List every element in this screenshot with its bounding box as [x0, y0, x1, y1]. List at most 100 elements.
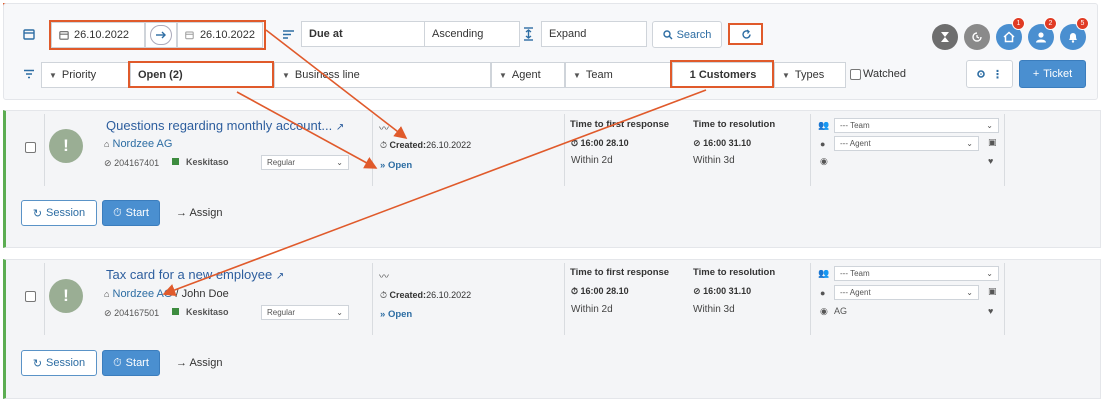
ticket-title[interactable]: Tax card for a new employee ↗ [106, 267, 284, 282]
ticket-customer[interactable]: ⌂ Nordzee AG / John Doe [104, 288, 229, 300]
heart-icon[interactable]: ♥ [988, 306, 993, 316]
tag-icon: ⊘ [104, 158, 112, 168]
team-select[interactable]: --- Team ⌄ [834, 266, 999, 281]
priority-square [172, 158, 179, 165]
bell-badge: 5 [1076, 17, 1089, 30]
agent-filter[interactable]: ▼ Agent [491, 62, 565, 88]
ticket-select-checkbox[interactable] [25, 291, 36, 302]
watched-checkbox[interactable] [850, 69, 861, 80]
arrow-icon: → [176, 207, 187, 219]
settings-dropdown-button[interactable]: ⋮ [966, 60, 1013, 88]
agent-icon: ● [820, 288, 826, 298]
cog-icon [977, 70, 985, 78]
stopwatch-icon: ⏱ [571, 138, 579, 148]
ttr-header: Time to resolution [693, 119, 776, 130]
team-icon: 👥 [818, 268, 830, 278]
agent-icon: ● [820, 139, 826, 149]
stopwatch-icon: ⏱ [380, 290, 388, 300]
ticket-status[interactable]: » Open [380, 160, 412, 171]
card-divider [1004, 114, 1005, 186]
card-divider [564, 114, 565, 186]
created-date: ⏱ Created:26.10.2022 [380, 290, 472, 300]
card-divider [44, 114, 45, 186]
card-divider [564, 263, 565, 335]
more-icon: ⋮ [992, 68, 1003, 81]
sort-field-select[interactable]: Due at [301, 21, 425, 47]
ttr-time: ⊘ 16:00 31.10 [693, 138, 752, 148]
assign-link[interactable]: → Assign [176, 207, 222, 219]
agent-select[interactable]: --- Agent ⌄ [834, 136, 979, 151]
tag-icon: ⊘ [104, 308, 112, 318]
ticket-status[interactable]: » Open [380, 309, 412, 320]
card-divider [372, 114, 373, 186]
plus-icon: + [1032, 68, 1040, 80]
home-badge: 1 [1012, 17, 1025, 30]
external-link-icon[interactable]: ↗ [336, 122, 344, 133]
start-button[interactable]: ⏱ Start [102, 350, 160, 376]
start-button[interactable]: ⏱ Start [102, 200, 160, 226]
refresh-small-icon: ↻ [32, 357, 43, 370]
priority-level: Keskitaso [186, 307, 229, 317]
ttr-time: ⊘ 16:00 31.10 [693, 286, 752, 296]
ticket-id: ⊘ 204167501 [104, 308, 160, 318]
category-select[interactable]: Regular ⌄ [261, 155, 349, 170]
ticket-customer[interactable]: ⌂ Nordzee AG [104, 138, 172, 150]
double-chevron-icon: » [380, 309, 386, 320]
annotation-box-customers [670, 60, 774, 88]
stopwatch-icon: ⏱ [571, 286, 579, 296]
priority-level: Keskitaso [186, 157, 229, 167]
category-select[interactable]: Regular ⌄ [261, 305, 349, 320]
card-divider [810, 263, 811, 335]
refresh-small-icon: ↻ [32, 207, 43, 220]
card-divider [1004, 263, 1005, 335]
card-divider [44, 263, 45, 335]
business-line-filter[interactable]: ▼ Business line [274, 62, 491, 88]
ticket-avatar: ! [49, 279, 83, 313]
ttr-within: Within 3d [693, 304, 735, 315]
no-clock-icon: ⊘ [693, 138, 701, 148]
watcher-name: AG [834, 306, 848, 316]
ticket-id: ⊘ 204167401 [104, 158, 160, 168]
lock-icon[interactable]: ▣ [988, 137, 997, 148]
ttfr-time: ⏱ 16:00 28.10 [571, 286, 629, 296]
new-ticket-button[interactable]: + Ticket [1019, 60, 1086, 88]
card-divider [372, 263, 373, 335]
expand-select[interactable]: Expand [541, 21, 647, 47]
home-small-icon: ⌂ [104, 139, 110, 149]
ticket-title[interactable]: Questions regarding monthly account... ↗ [106, 118, 344, 133]
search-button[interactable]: Search [652, 21, 722, 48]
annotation-box-refresh [728, 23, 763, 45]
external-link-icon[interactable]: ↗ [276, 271, 284, 282]
no-clock-icon: ⊘ [693, 286, 701, 296]
expand-icon [523, 27, 534, 41]
history-icon[interactable] [964, 24, 990, 50]
hourglass-icon[interactable] [932, 24, 958, 50]
ttfr-within: Within 2d [571, 155, 613, 166]
double-chevron-icon: » [380, 160, 386, 171]
session-button[interactable]: ↻ Session [21, 350, 97, 376]
sort-order-select[interactable]: Ascending [424, 21, 520, 47]
ttr-within: Within 3d [693, 155, 735, 166]
home-small-icon: ⌂ [104, 289, 110, 299]
stopwatch-icon: ⏱ [113, 206, 122, 219]
team-filter[interactable]: ▼ Team [565, 62, 672, 88]
agent-select[interactable]: --- Agent ⌄ [834, 285, 979, 300]
ttr-header: Time to resolution [693, 267, 776, 278]
created-date: ⏱ Created:26.10.2022 [380, 140, 472, 150]
types-filter[interactable]: ▼ Types [774, 62, 846, 88]
lock-icon[interactable]: ▣ [988, 286, 997, 297]
stopwatch-icon: ⏱ [113, 356, 122, 369]
eye-icon: ◉ [820, 156, 828, 166]
card-divider [810, 114, 811, 186]
watched-label: Watched [863, 68, 907, 80]
priority-filter[interactable]: ▼ Priority [41, 62, 130, 88]
ttfr-time: ⏱ 16:00 28.10 [571, 138, 629, 148]
ticket-select-checkbox[interactable] [25, 142, 36, 153]
ttfr-header: Time to first response [570, 267, 670, 278]
heart-icon[interactable]: ♥ [988, 156, 993, 166]
annotation-box-status [128, 61, 274, 88]
team-select[interactable]: --- Team ⌄ [834, 118, 999, 133]
assign-link[interactable]: → Assign [176, 357, 222, 369]
session-button[interactable]: ↻ Session [21, 200, 97, 226]
annotation-box-dates [49, 20, 266, 50]
